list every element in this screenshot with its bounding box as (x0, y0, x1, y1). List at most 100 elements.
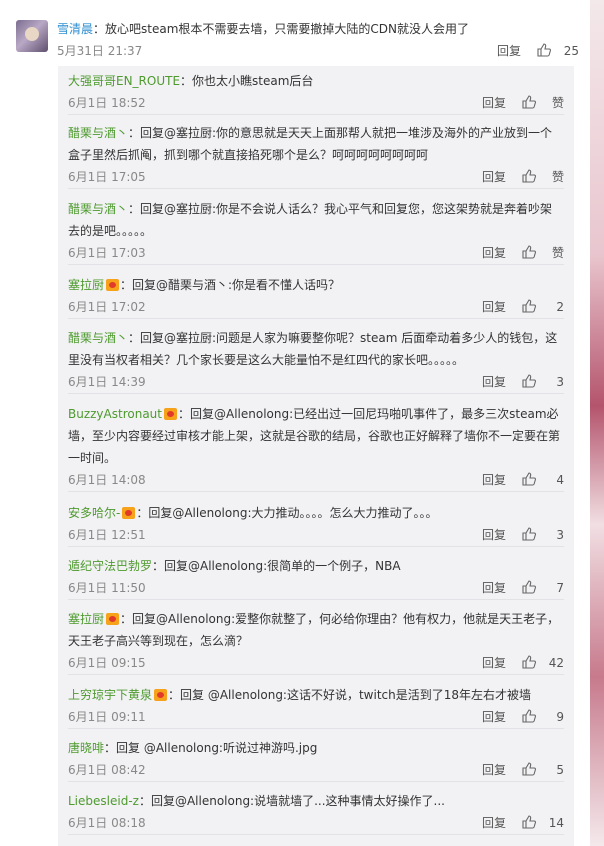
like-button[interactable]: 42 (520, 652, 564, 674)
timestamp: 5月31日 21:37 (57, 44, 143, 58)
reply-meta: 6月1日 18:52 回复 赞 (68, 92, 564, 114)
reply-text: ：回复@Allenolong:很简单的一个例子，NBA (152, 559, 401, 573)
timestamp: 6月1日 11:50 (68, 581, 146, 595)
timestamp: 6月1日 09:15 (68, 656, 146, 670)
like-button[interactable]: 25 (535, 40, 579, 62)
like-count: 7 (556, 581, 564, 595)
like-count: 3 (556, 375, 564, 389)
like-button[interactable]: 3 (520, 371, 564, 393)
reply-meta: 6月1日 11:50 回复 7 (68, 577, 564, 599)
timestamp: 6月1日 17:02 (68, 300, 146, 314)
like-button[interactable]: 5 (520, 759, 564, 781)
like-button[interactable]: 赞 (520, 242, 564, 264)
thumbs-up-icon (522, 169, 536, 183)
reply-text-line: 醋栗与酒丶：回复@塞拉厨:问题是人家为嘛要整你呢？steam 后面牵动着多少人的… (68, 327, 564, 371)
like-button[interactable]: 3 (520, 524, 564, 546)
reply-row: Liebesleid-z：回复@Allenolong:说墙就墙了...这种事情太… (68, 790, 564, 835)
reply-button[interactable]: 回复 (497, 40, 521, 62)
vip-badge-icon (154, 689, 168, 701)
reply-thread: 大强哥哥EN_ROUTE：你也太小瞧steam后台 6月1日 18:52 回复赞醋栗… (58, 66, 574, 846)
like-button[interactable]: 4 (520, 469, 564, 491)
reply-item: 醋栗与酒丶：回复@塞拉厨:你是不会说人话么？我心平气和回复您，您这架势就是奔着吵… (68, 198, 564, 265)
username[interactable]: 雪清晨 (57, 22, 93, 36)
reply-meta: 6月1日 17:02 回复 2 (68, 296, 564, 318)
vip-badge-icon (106, 279, 120, 291)
username[interactable]: 醋栗与酒丶 (68, 126, 128, 140)
username[interactable]: 安多哈尔- (68, 506, 120, 520)
username[interactable]: 遁纪守法巴勃罗 (68, 559, 152, 573)
username[interactable]: 大强哥哥EN_ROUTE (68, 74, 180, 88)
reply-row: 遁纪守法巴勃罗：回复@Allenolong:很简单的一个例子，NBA 6月1日 1… (68, 555, 564, 600)
timestamp: 6月1日 12:51 (68, 528, 146, 542)
reply-meta: 6月1日 17:05 回复 赞 (68, 166, 564, 188)
reply-row: BuzzyAstronaut ：回复@Allenolong:已经出过一回尼玛啪叽事… (68, 403, 564, 492)
reply-button[interactable]: 回复 (482, 296, 506, 318)
like-count: 3 (556, 528, 564, 542)
like-count: 14 (548, 816, 564, 830)
reply-button[interactable]: 回复 (482, 652, 506, 674)
username[interactable]: 醋栗与酒丶 (68, 331, 128, 345)
reply-item: 安多哈尔- ：回复@Allenolong:大力推动。。。。怎么大力推动了。。。 6月… (68, 502, 564, 547)
reply-text: ：回复@塞拉厨:问题是人家为嘛要整你呢？steam 后面牵动着多少人的钱包，这里… (68, 331, 558, 367)
thumbs-up-icon (522, 374, 536, 388)
reply-item: 塞拉厨 ：回复@Allenolong:爱整你就整了，何必给你理由？他有权力，他就是… (68, 608, 564, 675)
reply-item: 遁纪守法巴勃罗：回复@Allenolong:很简单的一个例子，NBA 6月1日 1… (68, 555, 564, 600)
reply-item: 大强哥哥EN_ROUTE：你也太小瞧steam后台 6月1日 18:52 回复 赞 (68, 70, 564, 115)
reply-button[interactable]: 回复 (482, 524, 506, 546)
like-count: 4 (556, 473, 564, 487)
like-count: 赞 (551, 170, 564, 184)
reply-button[interactable]: 回复 (482, 577, 506, 599)
reply-meta: 6月1日 14:08 回复 4 (68, 469, 564, 491)
reply-text: ：回复@Allenolong:说墙就墙了...这种事情太好操作了... (138, 794, 445, 808)
vip-badge-icon (122, 507, 136, 519)
reply-text-line: 遁纪守法巴勃罗：回复@Allenolong:很简单的一个例子，NBA (68, 555, 564, 577)
reply-button[interactable]: 回复 (482, 812, 506, 834)
avatar[interactable] (16, 20, 48, 52)
reply-meta: 6月1日 09:11 回复 9 (68, 706, 564, 728)
like-count: 5 (556, 763, 564, 777)
reply-button[interactable]: 回复 (482, 371, 506, 393)
username[interactable]: BuzzyAstronaut (68, 407, 162, 421)
reply-text-line: 安多哈尔- ：回复@Allenolong:大力推动。。。。怎么大力推动了。。。 (68, 502, 564, 524)
reply-row: 醋栗与酒丶：回复@塞拉厨:问题是人家为嘛要整你呢？steam 后面牵动着多少人的… (68, 327, 564, 394)
like-button[interactable]: 赞 (520, 92, 564, 114)
timestamp: 6月1日 09:11 (68, 710, 146, 724)
username[interactable]: Liebesleid-z (68, 794, 139, 808)
reply-button[interactable]: 回复 (482, 469, 506, 491)
like-button[interactable]: 赞 (520, 166, 564, 188)
reply-button[interactable]: 回复 (482, 759, 506, 781)
reply-button[interactable]: 回复 (482, 166, 506, 188)
like-button[interactable]: 9 (520, 706, 564, 728)
like-count: 25 (563, 44, 579, 58)
timestamp: 6月1日 08:42 (68, 763, 146, 777)
reply-button[interactable]: 回复 (482, 706, 506, 728)
reply-row: 醋栗与酒丶：回复@塞拉厨:你的意思就是天天上面那帮人就把一堆涉及海外的产业放到一… (68, 122, 564, 189)
username[interactable]: 塞拉厨 (68, 612, 104, 626)
like-button[interactable]: 7 (520, 577, 564, 599)
reply-button[interactable]: 回复 (482, 92, 506, 114)
reply-text-line: 醋栗与酒丶：回复@塞拉厨:你的意思就是天天上面那帮人就把一堆涉及海外的产业放到一… (68, 122, 564, 166)
reply-row: 唐晓啡：回复 @Allenolong:听说过神游吗.jpg 6月1日 08:42 回… (68, 737, 564, 782)
reply-text-line: 醋栗与酒丶：回复@塞拉厨:你是不会说人话么？我心平气和回复您，您这架势就是奔着吵… (68, 198, 564, 242)
like-button[interactable]: 2 (520, 296, 564, 318)
reply-text-line: 塞拉厨 ：回复@Allenolong:爱整你就整了，何必给你理由？他有权力，他就是… (68, 608, 564, 652)
like-count: 赞 (551, 246, 564, 260)
reply-item: BuzzyAstronaut ：回复@Allenolong:已经出过一回尼玛啪叽事… (68, 403, 564, 492)
timestamp: 6月1日 08:18 (68, 816, 146, 830)
timestamp: 6月1日 17:05 (68, 170, 146, 184)
like-count: 2 (556, 300, 564, 314)
reply-text: ：你也太小瞧steam后台 (180, 74, 314, 88)
thumbs-up-icon (522, 762, 536, 776)
reply-row: 醋栗与酒丶：回复@塞拉厨:你是不会说人话么？我心平气和回复您，您这架势就是奔着吵… (68, 198, 564, 265)
username[interactable]: 唐晓啡 (68, 741, 104, 755)
username[interactable]: 醋栗与酒丶 (68, 202, 128, 216)
username[interactable]: 上穷琼宇下黄泉 (68, 688, 152, 702)
reply-button[interactable]: 回复 (482, 242, 506, 264)
thumbs-up-icon (522, 299, 536, 313)
thumbs-up-icon (522, 472, 536, 486)
thumbs-up-icon (522, 655, 536, 669)
reply-text: ：回复@Allenolong:爱整你就整了，何必给你理由？他有权力，他就是天王老… (68, 612, 560, 648)
username[interactable]: 塞拉厨 (68, 278, 104, 292)
reply-text-line: 上穷琼宇下黄泉 ：回复 @Allenolong:这话不好说，twitch是活到了1… (68, 684, 564, 706)
like-button[interactable]: 14 (520, 812, 564, 834)
